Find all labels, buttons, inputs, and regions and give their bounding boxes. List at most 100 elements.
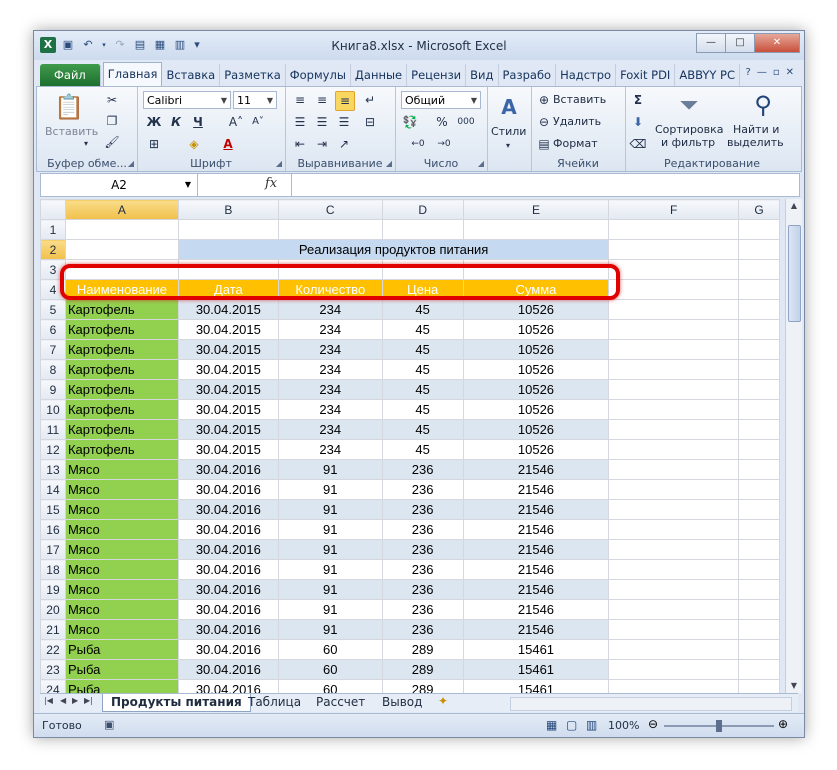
- cell-price[interactable]: 236: [381, 499, 464, 520]
- cell[interactable]: [462, 219, 610, 240]
- borders-icon[interactable]: ⊞: [145, 135, 163, 153]
- cell-sum[interactable]: 10526: [462, 379, 610, 400]
- tab-view[interactable]: Вид: [466, 64, 499, 86]
- tab-file[interactable]: Файл: [40, 64, 101, 86]
- normal-view-icon[interactable]: ▦: [546, 718, 557, 732]
- grow-font-icon[interactable]: A˄: [227, 113, 245, 131]
- styles-dropdown-icon[interactable]: ▾: [499, 137, 517, 155]
- align-center-icon[interactable]: ☰: [313, 113, 331, 131]
- cell-quantity[interactable]: 91: [277, 539, 383, 560]
- currency-icon[interactable]: 💱: [401, 113, 419, 131]
- cell-sum[interactable]: 21546: [462, 539, 610, 560]
- cell[interactable]: [608, 279, 739, 300]
- cell-name[interactable]: Мясо: [64, 599, 179, 620]
- find-select-label-1[interactable]: Найти и: [733, 123, 779, 136]
- row-header[interactable]: 21: [40, 619, 66, 640]
- tab-review[interactable]: Рецензи: [407, 64, 467, 86]
- cell-quantity[interactable]: 91: [277, 559, 383, 580]
- cell-date[interactable]: 30.04.2016: [177, 539, 279, 560]
- first-sheet-icon[interactable]: |◀: [44, 696, 53, 705]
- cell-price[interactable]: 45: [381, 399, 464, 420]
- cell[interactable]: [608, 539, 739, 560]
- cell-sum[interactable]: 21546: [462, 599, 610, 620]
- increase-decimal-icon[interactable]: ←0: [409, 135, 427, 153]
- cell-name[interactable]: Картофель: [64, 419, 179, 440]
- cell-date[interactable]: 30.04.2015: [177, 419, 279, 440]
- cell-date[interactable]: 30.04.2016: [177, 459, 279, 480]
- row-header[interactable]: 16: [40, 519, 66, 540]
- cell[interactable]: [737, 299, 780, 320]
- cell[interactable]: [608, 679, 739, 693]
- cell[interactable]: [608, 559, 739, 580]
- cell[interactable]: [381, 219, 464, 240]
- cell-sum[interactable]: 21546: [462, 459, 610, 480]
- row-header[interactable]: 9: [40, 379, 66, 400]
- cell[interactable]: [608, 419, 739, 440]
- row-header[interactable]: 18: [40, 559, 66, 580]
- thousands-button[interactable]: 000: [457, 113, 475, 131]
- cell[interactable]: [177, 219, 279, 240]
- cell[interactable]: [737, 459, 780, 480]
- cell[interactable]: [737, 579, 780, 600]
- cell-price[interactable]: 45: [381, 419, 464, 440]
- cell-name[interactable]: Рыба: [64, 679, 179, 693]
- cell-quantity[interactable]: 60: [277, 659, 383, 680]
- cell[interactable]: [608, 499, 739, 520]
- column-header[interactable]: D: [381, 199, 464, 220]
- cell-quantity[interactable]: 60: [277, 639, 383, 660]
- cell[interactable]: [64, 219, 179, 240]
- cell-name[interactable]: Мясо: [64, 559, 179, 580]
- cell[interactable]: [737, 539, 780, 560]
- tab-data[interactable]: Данные: [351, 64, 408, 86]
- cell-price[interactable]: 236: [381, 479, 464, 500]
- cell-price[interactable]: 289: [381, 639, 464, 660]
- row-header[interactable]: 5: [40, 299, 66, 320]
- wrap-text-icon[interactable]: ↵: [361, 91, 379, 109]
- delete-cells-button[interactable]: Удалить: [553, 115, 601, 128]
- sheet-tab-calc[interactable]: Рассчет: [308, 694, 373, 711]
- cell[interactable]: [608, 459, 739, 480]
- row-header[interactable]: 14: [40, 479, 66, 500]
- sheet-tab-table[interactable]: Таблица: [240, 694, 309, 711]
- cell-sum[interactable]: 15461: [462, 639, 610, 660]
- minimize-button[interactable]: —: [696, 33, 726, 53]
- cell[interactable]: [608, 639, 739, 660]
- cell-quantity[interactable]: 60: [277, 679, 383, 693]
- cell[interactable]: [608, 319, 739, 340]
- column-header[interactable]: B: [177, 199, 279, 220]
- cell[interactable]: [737, 379, 780, 400]
- cell[interactable]: [737, 519, 780, 540]
- cell-price[interactable]: 236: [381, 539, 464, 560]
- cell[interactable]: [177, 259, 279, 280]
- cell-sum[interactable]: 10526: [462, 399, 610, 420]
- cell[interactable]: [608, 339, 739, 360]
- header-cell-name[interactable]: Наименование: [64, 279, 179, 300]
- cell-date[interactable]: 30.04.2016: [177, 679, 279, 693]
- cell[interactable]: [608, 519, 739, 540]
- cell-price[interactable]: 45: [381, 299, 464, 320]
- row-header[interactable]: 7: [40, 339, 66, 360]
- header-cell-sum[interactable]: Сумма: [462, 279, 610, 300]
- cell-sum[interactable]: 15461: [462, 659, 610, 680]
- zoom-slider-knob[interactable]: [716, 720, 722, 732]
- cell-date[interactable]: 30.04.2015: [177, 299, 279, 320]
- cell-quantity[interactable]: 91: [277, 599, 383, 620]
- cell-date[interactable]: 30.04.2015: [177, 439, 279, 460]
- cell-price[interactable]: 236: [381, 619, 464, 640]
- decrease-decimal-icon[interactable]: →0: [435, 135, 453, 153]
- insert-function-icon[interactable]: fx: [265, 176, 277, 191]
- font-size-select[interactable]: 11 ▼: [233, 91, 277, 109]
- cell-date[interactable]: 30.04.2015: [177, 399, 279, 420]
- cell[interactable]: [608, 219, 739, 240]
- cell-date[interactable]: 30.04.2016: [177, 499, 279, 520]
- sort-filter-icon[interactable]: ⏷: [673, 89, 705, 121]
- align-bottom-icon[interactable]: ≡: [335, 91, 355, 111]
- ribbon-minimize-icon[interactable]: —: [757, 67, 767, 78]
- cell-name[interactable]: Картофель: [64, 299, 179, 320]
- column-header[interactable]: E: [462, 199, 610, 220]
- number-launcher-icon[interactable]: ◢: [478, 159, 484, 168]
- sort-filter-label-1[interactable]: Сортировка: [655, 123, 724, 136]
- paste-icon[interactable]: 📋: [53, 91, 85, 123]
- cell-sum[interactable]: 21546: [462, 499, 610, 520]
- cell-sum[interactable]: 21546: [462, 559, 610, 580]
